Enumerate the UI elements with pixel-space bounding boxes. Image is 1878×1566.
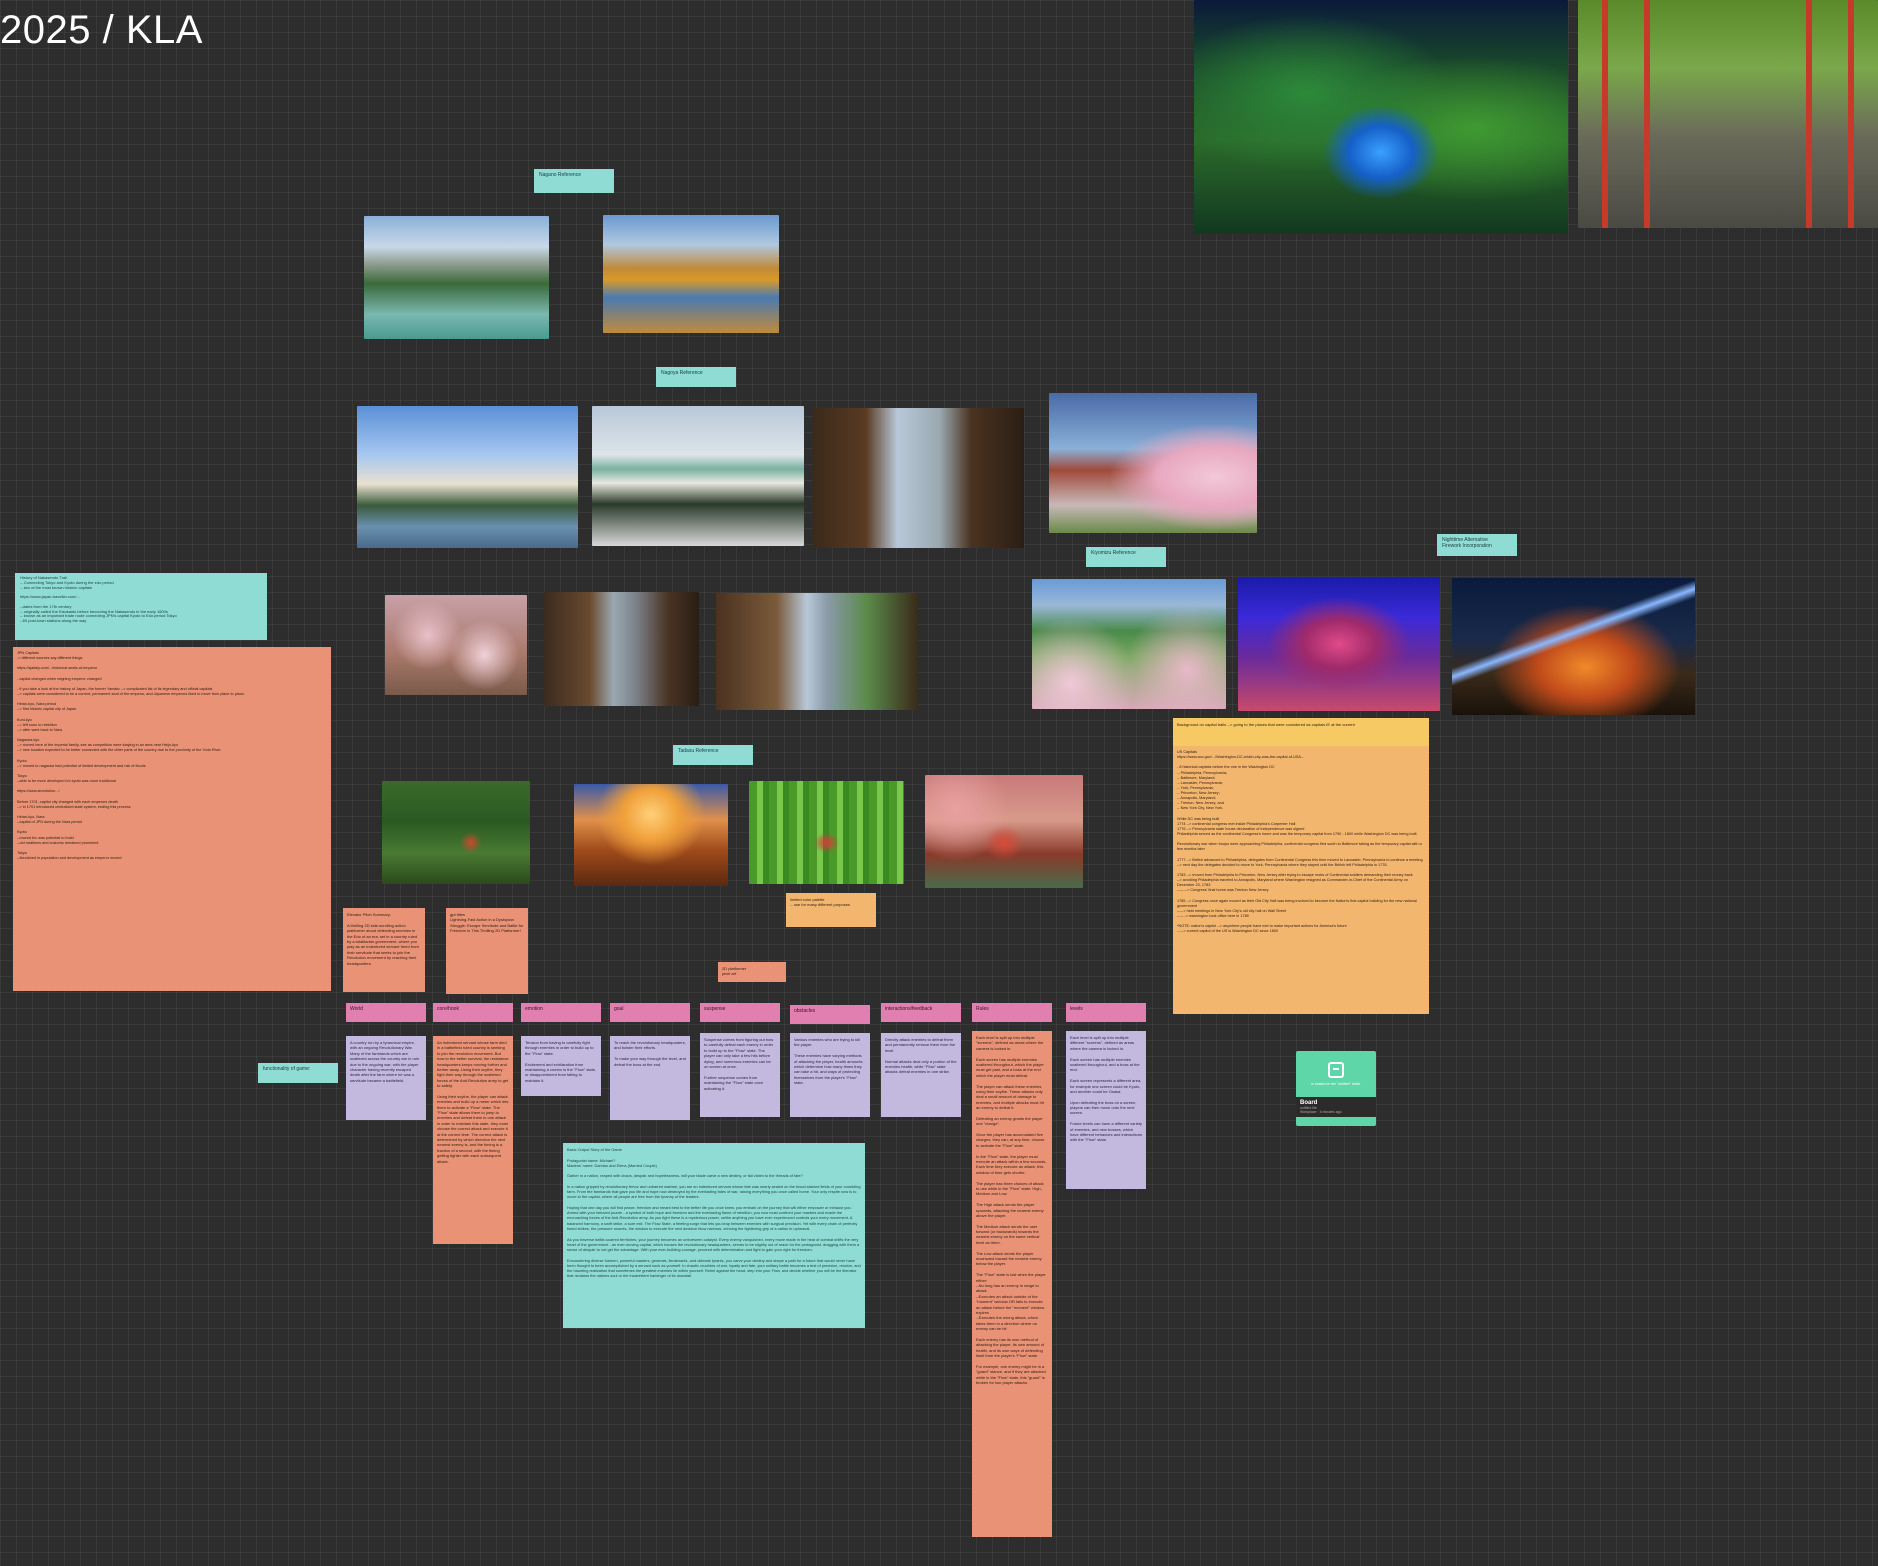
kiyomizu-reference-label[interactable]: Kiyomizu Reference <box>1086 547 1166 567</box>
mountain-bridge-river-image[interactable] <box>364 216 549 339</box>
board-title: 2025 / KLA <box>0 8 203 52</box>
plum-blossom-garden-image[interactable] <box>385 595 527 695</box>
background-capitals-note[interactable]: Background on capital trails --> going t… <box>1173 718 1429 746</box>
column-body[interactable]: Directly attack enemies to defeat them a… <box>881 1033 961 1117</box>
column-body[interactable]: Each level is split up into multiple dif… <box>1066 1031 1146 1189</box>
functionality-label[interactable]: functionality of game: <box>258 1063 338 1083</box>
column-body[interactable]: An indentured servant whose farm died in… <box>433 1036 513 1244</box>
nighttime-alternative-label[interactable]: Nighttime Alternative Firework Incorpora… <box>1437 534 1517 556</box>
history-tokaido-note[interactable]: History of Nakasendo Trail -- Connecting… <box>15 573 267 640</box>
jpn-capitals-note[interactable]: JPN Capitals -> different sources say di… <box>13 647 331 991</box>
elevator-pitch-note[interactable]: Elevator Pitch Summary: A thrilling 2D s… <box>343 908 425 992</box>
nagoya-castle-image[interactable] <box>592 406 804 546</box>
column-body[interactable]: Each level is split up into multiple "sc… <box>972 1031 1052 1537</box>
autumn-pavilion-image[interactable] <box>925 775 1083 888</box>
widget-caption: is hosted on the "untitled" folder <box>1311 1082 1361 1086</box>
column-header[interactable]: core/hook <box>433 1003 513 1022</box>
column-header[interactable]: levels <box>1066 1003 1146 1022</box>
column-header[interactable]: interactions/feedback <box>881 1003 961 1022</box>
limited-color-palette-note[interactable]: limited color palette -- use for many di… <box>786 893 876 927</box>
column-header[interactable]: goal <box>610 1003 690 1022</box>
forest-temple-image[interactable] <box>382 781 530 884</box>
gpt-titles-note[interactable]: gpt titles Lightning-Fast Action in a Dy… <box>446 908 528 994</box>
column-body[interactable]: Tension from having to carefully fight t… <box>521 1036 601 1096</box>
column-header[interactable]: obstacles <box>790 1005 870 1024</box>
bamboo-forest-kimono-image[interactable] <box>749 781 904 884</box>
column-header[interactable]: emotion <box>521 1003 601 1022</box>
castle-moat-image[interactable] <box>357 406 578 548</box>
post-town-stream-street-image[interactable] <box>716 593 918 710</box>
column-header[interactable]: Rules <box>972 1003 1052 1022</box>
kiyomizu-night-beam-image[interactable] <box>1452 578 1695 715</box>
red-lantern-stone-stairs-image[interactable] <box>1578 0 1878 228</box>
wooden-street-image[interactable] <box>813 408 1024 548</box>
kiyomizu-night-lights-image[interactable] <box>1238 577 1440 711</box>
column-body[interactable]: A country run by a tyrannical empire, wi… <box>346 1036 426 1120</box>
column-header[interactable]: suspense <box>700 1003 780 1022</box>
column-body[interactable]: Various enemies who are trying to kill t… <box>790 1033 870 1117</box>
board-enter-icon <box>1328 1062 1344 1078</box>
nagoya-reference-label[interactable]: Nagoya Reference <box>656 367 736 387</box>
widget-meta: Workplace · 4 minutes ago <box>1300 1110 1342 1114</box>
kiyomizu-sunset-image[interactable] <box>574 784 728 886</box>
post-town-alley-image[interactable] <box>543 592 699 706</box>
basic-story-note[interactable]: Basic Output Story of the Game Protagoni… <box>563 1143 865 1328</box>
nagano-reference-label[interactable]: Nagano Reference <box>534 169 614 193</box>
column-header[interactable]: World <box>346 1003 426 1022</box>
autumn-lake-reflection-image[interactable] <box>603 215 779 333</box>
platformer-pixel-art-note[interactable]: 2D platformer pixel art <box>718 962 786 982</box>
column-body[interactable]: To reach the revolutionary headquarters,… <box>610 1036 690 1120</box>
kyoto-night-garden-waterfall-image[interactable] <box>1194 0 1568 234</box>
column-body[interactable]: Suspense comes from figuring out how to … <box>700 1033 780 1117</box>
pagoda-cherry-blossom-image[interactable] <box>1049 393 1257 533</box>
cherry-blossom-hills-image[interactable] <box>1032 579 1226 709</box>
tadasu-reference-label[interactable]: Tadasu Reference <box>673 745 753 765</box>
board-link-widget[interactable]: is hosted on the "untitled" folder Board… <box>1296 1051 1376 1126</box>
us-capitals-note[interactable]: US Capitals https://www.aoc.gov/.../Wash… <box>1173 746 1429 1014</box>
